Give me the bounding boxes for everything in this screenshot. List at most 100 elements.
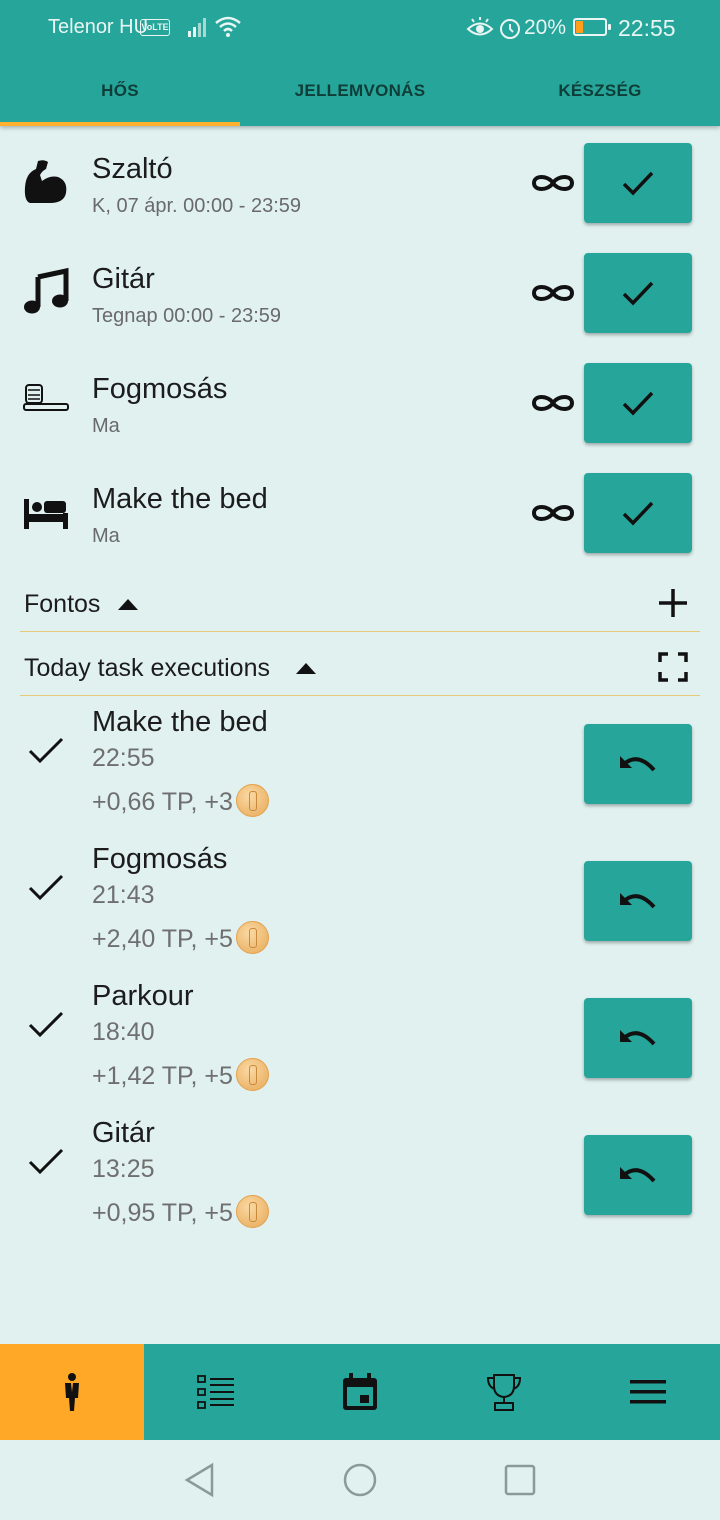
coin-icon	[235, 1195, 269, 1228]
habit-title: Fogmosás	[92, 373, 228, 405]
undo-button[interactable]	[584, 861, 692, 941]
checkmark-icon	[622, 391, 654, 416]
execution-row: Make the bed 22:55 +0,66 TP, +3	[0, 706, 720, 843]
nav-achievements[interactable]	[432, 1344, 576, 1440]
execution-title: Gitár	[92, 1117, 155, 1149]
execution-time: 13:25	[92, 1155, 155, 1183]
hero-person-icon	[65, 1373, 79, 1411]
tab-hero[interactable]: HŐS	[0, 62, 240, 126]
undo-button[interactable]	[584, 998, 692, 1078]
coin-icon	[235, 1058, 269, 1091]
signal-icon	[188, 18, 206, 37]
undo-icon	[620, 1030, 656, 1046]
habit-schedule: K, 07 ápr. 00:00 - 23:59	[92, 195, 302, 217]
execution-reward: +1,42 TP, +5	[92, 1058, 269, 1091]
carrier-label: Telenor HU	[48, 16, 149, 38]
bed-icon	[24, 499, 68, 529]
execution-title: Fogmosás	[92, 843, 228, 875]
eye-comfort-icon	[466, 17, 494, 36]
clock: 22:55	[618, 15, 676, 41]
alarm-icon	[500, 19, 520, 39]
nav-tasks[interactable]	[144, 1344, 288, 1440]
execution-reward: +0,95 TP, +5	[92, 1195, 269, 1228]
habit-row[interactable]: Make the bed Ma	[0, 473, 720, 583]
execution-time: 21:43	[92, 881, 155, 909]
execution-row: Gitár 13:25 +0,95 TP, +5	[0, 1117, 720, 1254]
checkmark-icon	[622, 171, 654, 196]
habit-title: Szaltó	[92, 153, 173, 185]
execution-title: Make the bed	[92, 706, 268, 738]
tab-traits[interactable]: JELLEMVONÁS	[240, 62, 480, 126]
tab-skills[interactable]: KÉSZSÉG	[480, 62, 720, 126]
infinity-icon	[531, 505, 575, 521]
menu-icon	[630, 1380, 666, 1404]
execution-row: Parkour 18:40 +1,42 TP, +5	[0, 980, 720, 1117]
nav-calendar[interactable]	[288, 1344, 432, 1440]
habit-row[interactable]: Fogmosás Ma	[0, 363, 720, 473]
complete-habit-button[interactable]	[584, 253, 692, 333]
complete-habit-button[interactable]	[584, 143, 692, 223]
nav-menu[interactable]	[576, 1344, 720, 1440]
checklist-icon	[197, 1375, 234, 1409]
execution-title: Parkour	[92, 980, 194, 1012]
important-section-header[interactable]: Fontos	[20, 580, 700, 632]
infinity-icon	[531, 285, 575, 301]
tab-bar: HŐS JELLEMVONÁS KÉSZSÉG	[0, 62, 720, 126]
habit-row[interactable]: Szaltó K, 07 ápr. 00:00 - 23:59	[0, 143, 720, 253]
habit-schedule: Tegnap 00:00 - 23:59	[92, 305, 282, 327]
execution-time: 22:55	[92, 744, 155, 772]
execution-time: 18:40	[92, 1018, 155, 1046]
habit-title: Gitár	[92, 263, 155, 295]
section-title: Fontos	[24, 590, 101, 618]
complete-habit-button[interactable]	[584, 363, 692, 443]
coin-icon	[235, 784, 269, 817]
section-title: Today task executions	[24, 654, 270, 682]
fullscreen-icon[interactable]	[656, 650, 690, 684]
undo-icon	[620, 756, 656, 772]
undo-button[interactable]	[584, 724, 692, 804]
habit-row[interactable]: Gitár Tegnap 00:00 - 23:59	[0, 253, 720, 363]
add-icon[interactable]	[656, 586, 690, 620]
app-header: Telenor HU VoLTE 20% 22:55 HŐS JELLEMVON…	[0, 0, 720, 126]
execution-reward: +0,66 TP, +3	[92, 784, 269, 817]
undo-button[interactable]	[584, 1135, 692, 1215]
reward-text: +1,42 TP, +5	[92, 1062, 233, 1090]
reward-text: +2,40 TP, +5	[92, 925, 233, 953]
checkmark-icon	[622, 501, 654, 526]
infinity-icon	[531, 175, 575, 191]
volte-badge: VoLTE	[140, 19, 170, 36]
toothbrush-icon	[23, 384, 69, 411]
status-bar: Telenor HU VoLTE 20% 22:55	[0, 0, 720, 56]
undo-icon	[620, 893, 656, 909]
checkmark-icon	[28, 737, 64, 764]
system-navigation-bar	[0, 1440, 720, 1520]
execution-row: Fogmosás 21:43 +2,40 TP, +5	[0, 843, 720, 980]
back-icon[interactable]	[182, 1462, 218, 1498]
caret-up-icon[interactable]	[118, 598, 138, 610]
battery-percent: 20%	[524, 16, 567, 39]
habit-schedule: Ma	[92, 525, 120, 547]
trophy-icon	[486, 1374, 522, 1411]
today-executions-section-header[interactable]: Today task executions	[20, 644, 700, 696]
wifi-icon	[215, 16, 241, 37]
habit-title: Make the bed	[92, 483, 268, 515]
infinity-icon	[531, 395, 575, 411]
habit-schedule: Ma	[92, 415, 120, 437]
caret-up-icon[interactable]	[296, 662, 316, 674]
recents-icon[interactable]	[502, 1462, 538, 1498]
checkmark-icon	[28, 874, 64, 901]
music-note-icon	[24, 267, 69, 314]
execution-reward: +2,40 TP, +5	[92, 921, 269, 954]
flexed-bicep-icon	[24, 160, 67, 203]
coin-icon	[235, 921, 269, 954]
nav-hero[interactable]	[0, 1344, 144, 1440]
undo-icon	[620, 1167, 656, 1183]
complete-habit-button[interactable]	[584, 473, 692, 553]
battery-icon	[573, 18, 611, 36]
home-icon[interactable]	[342, 1462, 378, 1498]
bottom-navigation	[0, 1344, 720, 1440]
checkmark-icon	[622, 281, 654, 306]
reward-text: +0,66 TP, +3	[92, 788, 233, 816]
calendar-icon	[343, 1373, 377, 1410]
reward-text: +0,95 TP, +5	[92, 1199, 233, 1227]
